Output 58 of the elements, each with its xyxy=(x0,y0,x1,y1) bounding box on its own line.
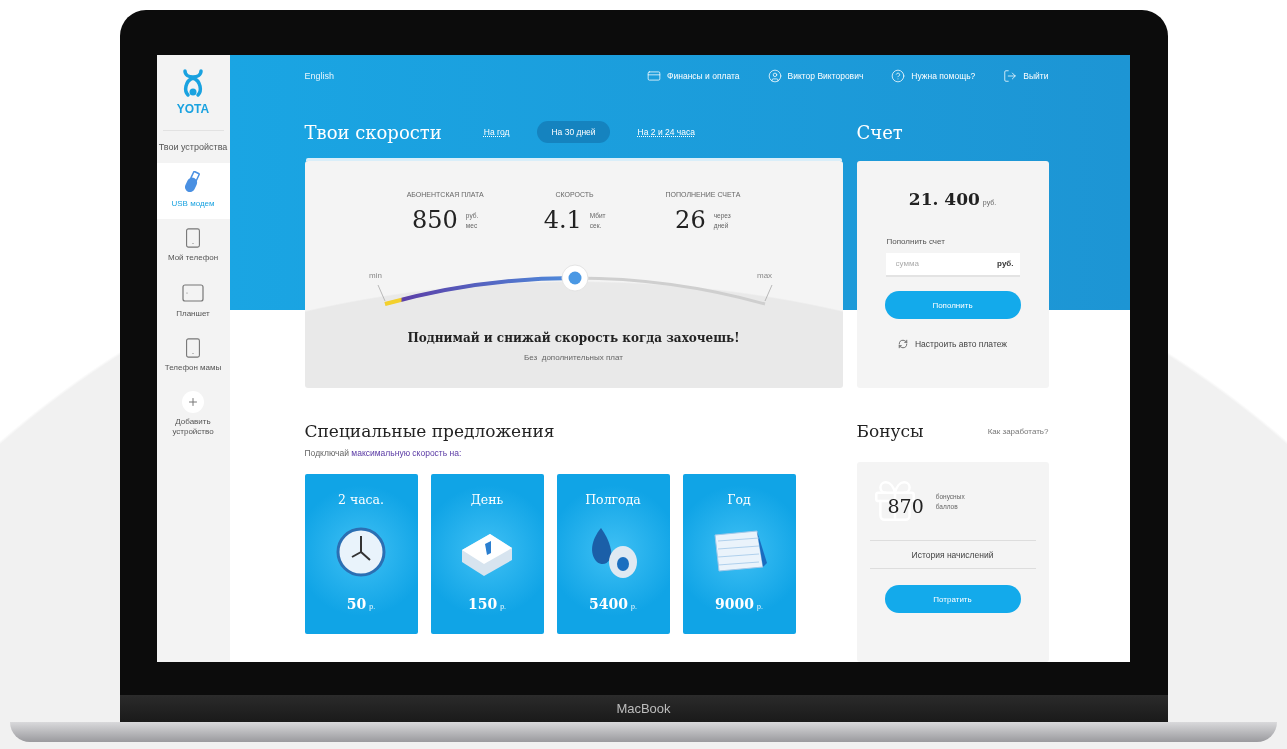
tile-title: Полгода xyxy=(585,492,641,509)
tile-price: 50 xyxy=(346,596,367,612)
add-icon xyxy=(182,391,204,413)
tile-price: 5400 xyxy=(589,596,629,612)
field-label: Пополнить счет xyxy=(886,237,945,246)
logo-icon xyxy=(182,69,204,99)
help-icon xyxy=(891,69,906,83)
tile-title: День xyxy=(470,492,504,509)
sidebar-heading: Твои устройства xyxy=(157,141,229,154)
period-tab[interactable]: На 2 и 24 часа xyxy=(623,121,709,143)
section-title: Счет xyxy=(856,121,903,143)
balance-value: 21. 400 xyxy=(908,189,980,209)
speed-note: Без дополнительных плат xyxy=(524,353,623,362)
tablet-icon xyxy=(181,281,205,305)
tick-line xyxy=(764,284,772,302)
min-label: min xyxy=(368,271,382,280)
clock-icon xyxy=(336,527,386,577)
logo-text: YOTA xyxy=(176,102,210,116)
usb-stick-icon xyxy=(185,171,201,195)
auto-payment-link[interactable]: Настроить авто платеж xyxy=(897,339,1008,349)
stat-value: 4.1 xyxy=(543,206,582,234)
tile-price: 9000 xyxy=(715,596,755,612)
stat-value: 850 xyxy=(412,206,458,234)
earn-link[interactable]: Как заработать? xyxy=(987,426,1049,436)
slider-thumb[interactable] xyxy=(561,264,588,292)
section-title: Твои скорости xyxy=(304,121,442,143)
tick-line xyxy=(377,284,385,302)
offers-subtitle: Подключай максимальную скорость на: xyxy=(304,448,463,458)
header-link[interactable]: Нужна помощь? xyxy=(891,69,976,83)
stat-value: 26 xyxy=(675,206,706,234)
max-label: max xyxy=(756,271,772,280)
sidebar-item[interactable]: Планшет xyxy=(156,273,230,329)
section-title: Бонусы xyxy=(856,421,924,441)
user-icon xyxy=(767,69,782,83)
history-link[interactable]: История начислений xyxy=(911,549,994,560)
sidebar-item[interactable]: Телефон мамы xyxy=(156,329,230,383)
card-icon xyxy=(647,69,662,83)
speed-headline: Поднимай и снижай скорость когда захочешь! xyxy=(407,331,740,345)
top-up-button[interactable]: Пополнить xyxy=(884,291,1021,319)
refresh-icon xyxy=(897,339,908,349)
tile-title: 2 часа. xyxy=(337,492,385,509)
header-link[interactable]: Выйти xyxy=(1003,69,1049,83)
spend-button[interactable]: Потратить xyxy=(884,585,1021,613)
section-title: Специальные предложения xyxy=(304,421,555,441)
bonus-points: 870 xyxy=(887,495,924,517)
laptop-label: MacBook xyxy=(616,701,671,716)
logout-icon xyxy=(1003,69,1018,83)
language-link[interactable]: English xyxy=(304,71,335,81)
period-tab[interactable]: На 30 дней xyxy=(537,121,610,143)
tile-price: 150 xyxy=(467,596,498,612)
period-tab[interactable]: На год xyxy=(469,121,524,143)
header-link[interactable]: Финансы и оплата xyxy=(647,69,740,83)
header-link[interactable]: Виктор Викторович xyxy=(767,69,864,83)
amount-unit: руб. xyxy=(997,259,1014,268)
sidebar-item[interactable]: Мой телефон xyxy=(156,219,230,273)
sidebar-item[interactable]: Добавить устройство xyxy=(156,383,230,447)
sidebar-item[interactable]: USB модем xyxy=(156,163,230,219)
tile-title: Год xyxy=(727,492,751,509)
